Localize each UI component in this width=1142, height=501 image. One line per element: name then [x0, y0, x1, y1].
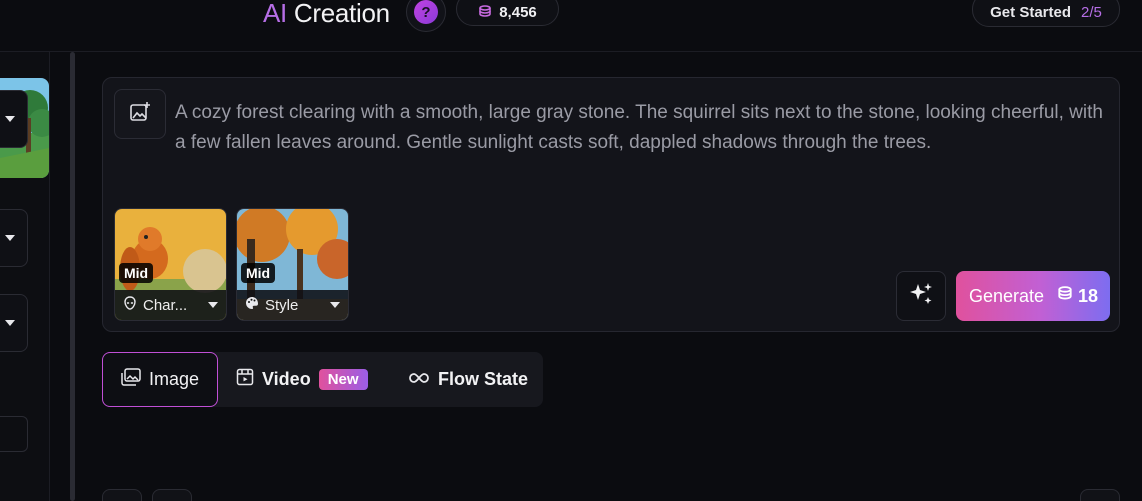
style-reference-card[interactable]: Mid Style [236, 208, 349, 321]
tab-video-label: Video [262, 369, 311, 389]
infinity-icon [408, 369, 430, 390]
credits-value: 8,456 [499, 3, 537, 21]
generate-cost-value: 18 [1077, 285, 1098, 306]
generate-button[interactable]: Generate 18 [956, 271, 1110, 321]
sidebar-dropdown-1[interactable] [0, 90, 28, 148]
page-title: AI Creation [263, 0, 390, 28]
chevron-down-icon [330, 302, 340, 308]
coins-icon [478, 5, 492, 19]
character-reference-label: Char... [143, 296, 188, 314]
help-button[interactable]: ? [406, 0, 446, 32]
tab-flow-state[interactable]: Flow State [408, 352, 528, 407]
style-reference-label: Style [265, 296, 299, 314]
video-icon [236, 368, 254, 391]
credits-balance[interactable]: 8,456 [456, 0, 559, 26]
palette-icon [245, 296, 259, 314]
quality-badge: Mid [119, 263, 154, 283]
sidebar-dropdown-2[interactable] [0, 209, 28, 267]
coins-icon [1057, 285, 1073, 307]
tab-flow-state-label: Flow State [438, 369, 529, 389]
chevron-down-icon [5, 116, 15, 122]
character-reference-card[interactable]: Mid Char... [114, 208, 227, 321]
style-reference-footer[interactable]: Style [237, 290, 348, 320]
add-image-button[interactable] [114, 89, 166, 139]
mode-tabs: Image Video New Flow State [102, 352, 543, 407]
image-plus-icon [129, 101, 151, 128]
generate-cost: 18 [1057, 286, 1098, 307]
tab-image-label: Image [149, 369, 200, 389]
sidebar-dropdown-3[interactable] [0, 294, 28, 352]
prompt-textarea[interactable]: A cozy forest clearing with a smooth, la… [175, 98, 1110, 158]
get-started-progress: 2/5 [1081, 4, 1102, 21]
title-rest: Creation [286, 0, 390, 28]
quality-badge: Mid [241, 263, 276, 283]
bottom-toolbar-button[interactable] [102, 489, 142, 501]
get-started-label: Get Started [990, 4, 1071, 21]
alien-icon [123, 296, 137, 314]
generate-label: Generate [969, 285, 1045, 306]
bottom-toolbar-button[interactable] [152, 489, 192, 501]
character-reference-footer[interactable]: Char... [115, 290, 226, 320]
sparkles-icon [907, 280, 935, 313]
scrollbar[interactable] [70, 52, 75, 501]
new-badge: New [318, 369, 368, 390]
chevron-down-icon [208, 302, 218, 308]
get-started-button[interactable]: Get Started 2/5 [972, 0, 1120, 27]
tab-image[interactable]: Image [102, 352, 218, 407]
bottom-toolbar-button[interactable] [1080, 489, 1120, 501]
image-icon [121, 368, 141, 391]
tab-video[interactable]: Video New [236, 352, 368, 407]
chevron-down-icon [5, 320, 15, 326]
prompt-card: A cozy forest clearing with a smooth, la… [102, 77, 1120, 332]
sidebar-field[interactable] [0, 416, 28, 452]
left-sidebar [0, 52, 50, 501]
chevron-down-icon [5, 235, 15, 241]
title-ai: AI [263, 0, 287, 28]
help-icon: ? [414, 0, 438, 24]
enhance-prompt-button[interactable] [896, 271, 946, 321]
top-header: AI Creation ? 8,456 Get Started 2/5 [0, 0, 1142, 52]
